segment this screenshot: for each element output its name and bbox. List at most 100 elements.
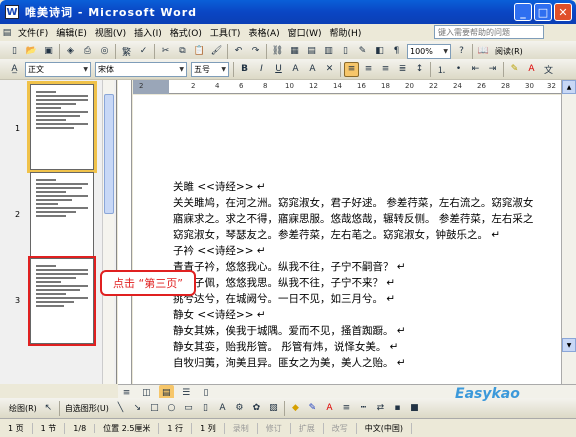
menu-format[interactable]: 格式(O) <box>166 26 206 39</box>
permission-icon[interactable]: ◈ <box>63 44 78 59</box>
status-rec[interactable]: 录制 <box>225 422 258 434</box>
thumbnail-scroll-thumb[interactable] <box>104 94 114 214</box>
menu-view[interactable]: 视图(V) <box>91 26 130 39</box>
textbox-icon[interactable]: ▭ <box>181 401 196 416</box>
thumbnail-scrollbar[interactable] <box>102 80 114 384</box>
line-icon[interactable]: ╲ <box>113 401 128 416</box>
print-preview-icon[interactable]: ◎ <box>97 44 112 59</box>
save-icon[interactable]: ▣ <box>41 44 56 59</box>
italic-icon[interactable]: I <box>254 62 269 77</box>
undo-icon[interactable]: ↶ <box>231 44 246 59</box>
3d-icon[interactable]: ■ <box>407 401 422 416</box>
arrow-style-icon[interactable]: ⇄ <box>373 401 388 416</box>
bullets-icon[interactable]: • <box>451 62 466 77</box>
underline-icon[interactable]: U <box>271 62 286 77</box>
shadow-icon[interactable]: ▪ <box>390 401 405 416</box>
redo-icon[interactable]: ↷ <box>248 44 263 59</box>
read-button[interactable]: 阅读(R) <box>495 46 523 57</box>
line-color-icon[interactable]: ✎ <box>305 401 320 416</box>
draw-menu-button[interactable]: 绘图(R) <box>9 403 37 414</box>
poem-line: 静女其姝，俟我于城隅。爱而不见，搔首踟蹰。 ↵ <box>173 325 406 337</box>
menu-tools[interactable]: 工具(T) <box>206 26 245 39</box>
format-painter-icon[interactable]: 🖌 <box>209 44 224 59</box>
document-page[interactable]: 关雎 <<诗经>> ↵ 关关雎鸠，在河之洲。窈窕淑女，君子好逑。 参差荇菜，左右… <box>133 95 561 384</box>
columns-icon[interactable]: ▯ <box>338 44 353 59</box>
char-border-icon[interactable]: A <box>288 62 303 77</box>
status-ovr[interactable]: 改写 <box>324 422 357 434</box>
excel-icon[interactable]: ▥ <box>321 44 336 59</box>
insert-table-icon[interactable]: ▤ <box>304 44 319 59</box>
numbering-icon[interactable]: ⒈ <box>434 62 449 77</box>
cut-icon[interactable]: ✂ <box>158 44 173 59</box>
clipart-icon[interactable]: ✿ <box>249 401 264 416</box>
menu-table[interactable]: 表格(A) <box>244 26 283 39</box>
style-select[interactable]: 正文 ▼ <box>25 61 91 77</box>
show-hide-icon[interactable]: ¶ <box>389 44 404 59</box>
close-button[interactable]: ✕ <box>554 3 572 21</box>
zoom-select[interactable]: 100% ▼ <box>407 43 451 59</box>
decrease-indent-icon[interactable]: ⇤ <box>468 62 483 77</box>
help-icon[interactable]: ? <box>454 44 469 59</box>
scroll-up-arrow-icon[interactable]: ▲ <box>562 80 576 94</box>
spelling-icon[interactable]: ✓ <box>136 44 151 59</box>
horizontal-ruler[interactable]: 2 2 4 6 8 10 12 14 16 18 20 22 24 26 28 … <box>133 80 561 94</box>
new-document-icon[interactable]: ▯ <box>7 44 22 59</box>
vertical-ruler[interactable] <box>118 80 132 384</box>
align-justify-icon[interactable]: ≡ <box>344 61 359 77</box>
minimize-button[interactable]: _ <box>514 3 532 21</box>
phonetic-icon[interactable]: 文 <box>541 62 556 77</box>
autoshapes-button[interactable]: 自选图形(U) <box>65 403 109 414</box>
align-center-icon[interactable]: ≡ <box>361 62 376 77</box>
open-folder-icon[interactable]: 📂 <box>24 44 39 59</box>
menu-insert[interactable]: 插入(I) <box>130 26 166 39</box>
vertical-textbox-icon[interactable]: ▯ <box>198 401 213 416</box>
doc-icon: ▤ <box>2 27 12 38</box>
distributed-icon[interactable]: ≣ <box>395 62 410 77</box>
menu-window[interactable]: 窗口(W) <box>284 26 326 39</box>
line-style-icon[interactable]: ≡ <box>339 401 354 416</box>
status-ext[interactable]: 扩展 <box>291 422 324 434</box>
bold-icon[interactable]: B <box>237 62 252 77</box>
hyperlink-icon[interactable]: ⛓ <box>270 44 285 59</box>
select-objects-icon[interactable]: ↖ <box>41 401 56 416</box>
menu-edit[interactable]: 编辑(E) <box>52 26 91 39</box>
font-color-icon[interactable]: A <box>524 62 539 77</box>
line-spacing-icon[interactable]: ↕ <box>412 62 427 77</box>
oval-icon[interactable]: ○ <box>164 401 179 416</box>
page-thumbnail-3[interactable] <box>28 256 96 346</box>
vertical-scrollbar[interactable]: ▲ ▼ <box>561 80 576 384</box>
font-color-draw-icon[interactable]: A <box>322 401 337 416</box>
drawing-icon[interactable]: ✎ <box>355 44 370 59</box>
print-icon[interactable]: ⎙ <box>80 44 95 59</box>
read-mode-icon[interactable]: 📖 <box>476 44 491 59</box>
styles-pane-icon[interactable]: A̲ <box>7 62 22 77</box>
highlight-icon[interactable]: ✎ <box>507 62 522 77</box>
picture-icon[interactable]: ▨ <box>266 401 281 416</box>
word-app-icon[interactable]: W <box>5 5 19 19</box>
font-size-select[interactable]: 五号 ▼ <box>191 61 229 77</box>
page-thumbnail-2[interactable] <box>30 172 94 258</box>
diagram-icon[interactable]: ⚙ <box>232 401 247 416</box>
scroll-down-arrow-icon[interactable]: ▼ <box>562 338 576 352</box>
align-right-icon[interactable]: ≡ <box>378 62 393 77</box>
rectangle-icon[interactable]: □ <box>147 401 162 416</box>
wordart-icon[interactable]: A <box>215 401 230 416</box>
font-select[interactable]: 宋体 ▼ <box>95 61 187 77</box>
help-search-input[interactable]: 键入需要帮助的问题 <box>434 25 544 39</box>
fill-color-icon[interactable]: ◆ <box>288 401 303 416</box>
char-scale-icon[interactable]: ✕ <box>322 62 337 77</box>
document-map-icon[interactable]: ◧ <box>372 44 387 59</box>
char-shading-icon[interactable]: A <box>305 62 320 77</box>
dash-style-icon[interactable]: ┅ <box>356 401 371 416</box>
research-icon[interactable]: 繁 <box>119 44 134 59</box>
copy-icon[interactable]: ⧉ <box>175 44 190 59</box>
arrow-icon[interactable]: ↘ <box>130 401 145 416</box>
maximize-button[interactable]: □ <box>534 3 552 21</box>
page-thumbnail-1[interactable] <box>27 81 97 173</box>
menu-help[interactable]: 帮助(H) <box>326 26 366 39</box>
status-trk[interactable]: 修订 <box>258 422 291 434</box>
increase-indent-icon[interactable]: ⇥ <box>485 62 500 77</box>
table-icon[interactable]: ▦ <box>287 44 302 59</box>
menu-file[interactable]: 文件(F) <box>14 26 52 39</box>
paste-icon[interactable]: 📋 <box>192 44 207 59</box>
